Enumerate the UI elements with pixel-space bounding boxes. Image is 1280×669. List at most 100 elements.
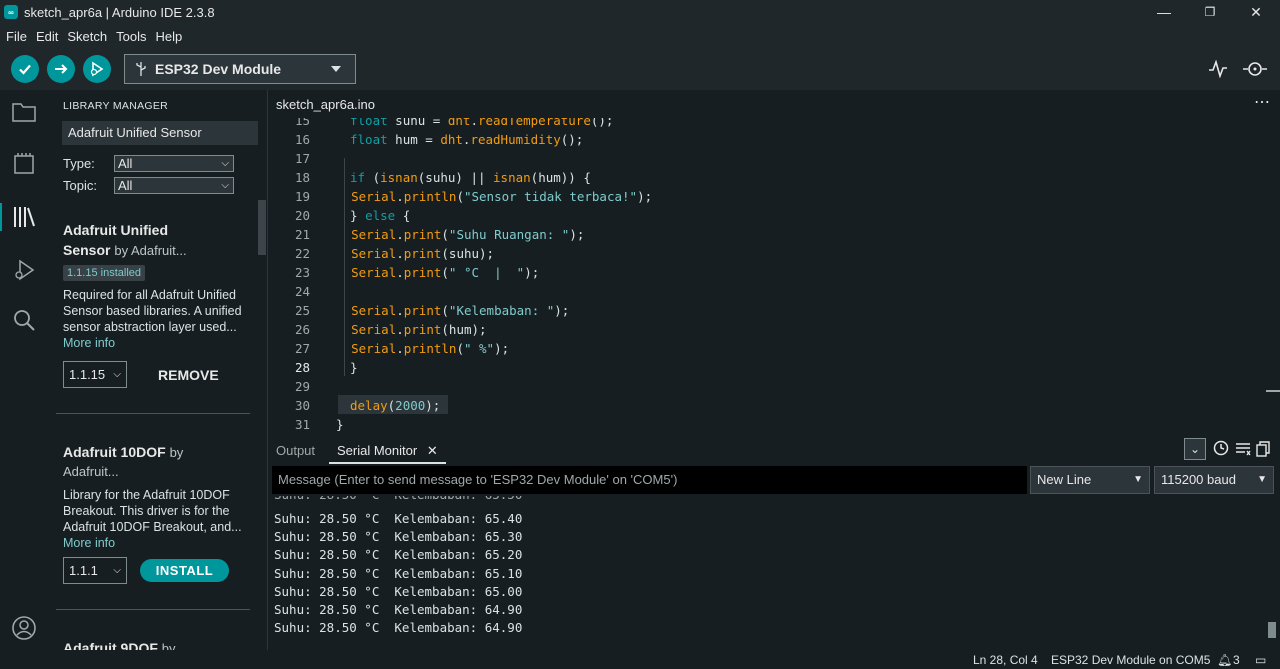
version-select[interactable]: 1.1.1 ⌵ — [63, 557, 127, 584]
code-editor[interactable]: 15 float suhu = dht.readTemperature(); 16 f… — [268, 118, 1280, 436]
serial-scrollbar-thumb[interactable] — [1268, 622, 1276, 638]
profile-button[interactable] — [10, 614, 38, 642]
remove-button[interactable]: REMOVE — [158, 367, 219, 383]
line-number: 25 — [294, 303, 310, 318]
tab-serial-monitor[interactable]: Serial Monitor ✕ — [329, 436, 446, 464]
chevron-down-icon: ⌵ — [221, 180, 229, 191]
minimize-button[interactable]: — — [1141, 0, 1187, 24]
topic-select[interactable]: All ⌵ — [114, 177, 234, 194]
serial-line: Suhu: 28.50 °C Kelembaban: 65.30 — [274, 529, 523, 545]
line-ending-select[interactable]: New Line ▼ — [1030, 466, 1150, 494]
serial-line: Suhu: 28.50 °C Kelembaban: 65.10 — [274, 565, 523, 581]
library-manager-button[interactable] — [0, 203, 48, 231]
board-port-status[interactable]: ESP32 Dev Module on COM5 — [1051, 653, 1210, 667]
install-button[interactable]: INSTALL — [140, 559, 229, 582]
editor-scroll-marker — [1266, 390, 1280, 392]
code-line: } else { — [350, 208, 411, 223]
topic-value: All — [118, 178, 133, 193]
caret-down-icon: ▼ — [1257, 474, 1267, 485]
line-number: 23 — [294, 265, 310, 280]
installed-badge: 1.1.15 installed — [63, 265, 145, 281]
code-line: Serial.println("Sensor tidak terbaca!"); — [351, 189, 653, 204]
debug-icon — [15, 259, 35, 281]
line-number: 28 — [294, 360, 310, 375]
panel-toggle-icon[interactable]: ▭ — [1255, 653, 1266, 667]
tab-sketch-file[interactable]: sketch_apr6a.ino — [268, 90, 383, 118]
library-name: Adafruit 9DOF — [63, 640, 158, 650]
copy-icon[interactable] — [1256, 441, 1270, 457]
notifications-icon[interactable]: 🔔︎ — [1217, 653, 1232, 667]
line-number: 18 — [294, 170, 310, 185]
toolbar: ESP32 Dev Module — [0, 48, 1280, 90]
boards-manager-button[interactable] — [10, 150, 38, 178]
type-label: Type: — [63, 156, 95, 171]
sketchbook-button[interactable] — [10, 98, 38, 126]
chevron-down-icon: ⌵ — [113, 565, 121, 576]
debug-icon — [90, 61, 104, 77]
serial-plotter-icon[interactable] — [1208, 60, 1228, 78]
menu-tools[interactable]: Tools — [116, 29, 146, 44]
type-select[interactable]: All ⌵ — [114, 155, 234, 172]
close-button[interactable]: ✕ — [1233, 0, 1279, 24]
tab-output[interactable]: Output — [276, 443, 315, 458]
menu-file[interactable]: File — [6, 29, 27, 44]
library-search-input[interactable]: Adafruit Unified Sensor — [62, 121, 258, 145]
more-info-link[interactable]: More info — [63, 335, 253, 351]
search-button[interactable] — [10, 306, 38, 334]
timestamp-icon[interactable] — [1213, 440, 1229, 456]
serial-line: Suhu: 28.50 °C Kelembaban: 64.90 — [274, 620, 523, 636]
code-line: Serial.println(" %"); — [351, 341, 510, 356]
activity-bar — [0, 90, 48, 650]
serial-line: Suhu: 28.50 °C Kelembaban: 65.20 — [274, 547, 523, 563]
double-chevron-down-icon: ⌄ — [1189, 442, 1201, 456]
line-number: 19 — [294, 189, 310, 204]
library-author: by Adafruit... — [114, 243, 187, 258]
autoscroll-toggle[interactable]: ⌄ — [1184, 438, 1206, 460]
verify-button[interactable] — [11, 55, 39, 83]
upload-button[interactable] — [47, 55, 75, 83]
close-icon[interactable]: ✕ — [427, 443, 438, 458]
library-item: Adafruit 10DOF by Adafruit... Library fo… — [63, 442, 253, 551]
menu-edit[interactable]: Edit — [36, 29, 58, 44]
more-info-link[interactable]: More info — [63, 535, 253, 551]
version-select[interactable]: 1.1.15 ⌵ — [63, 361, 127, 388]
checkmark-icon — [19, 64, 31, 75]
library-item: Adafruit 9DOF by — [63, 638, 253, 650]
serial-line: Suhu: 28.50 °C Kelembaban: 64.90 — [274, 602, 523, 617]
serial-output: Suhu: 28.50 °C Kelembaban: 65.50 Suhu: 2… — [268, 496, 1280, 650]
line-number: 22 — [294, 246, 310, 261]
library-manager-title: LIBRARY MANAGER — [63, 100, 169, 112]
arduino-logo-icon: ∞ — [4, 5, 18, 19]
serial-line: Suhu: 28.50 °C Kelembaban: 65.00 — [274, 583, 523, 599]
clear-output-icon[interactable] — [1235, 442, 1251, 456]
chevron-down-icon: ⌵ — [221, 158, 229, 169]
library-item: Adafruit Unified Sensor by Adafruit... 1… — [63, 220, 253, 351]
library-scrollbar-thumb[interactable] — [258, 200, 266, 255]
title-bar: ∞ sketch_apr6a | Arduino IDE 2.3.8 — ❐ ✕ — [0, 0, 1280, 24]
code-line: Serial.print(" °C | "); — [351, 265, 540, 280]
cursor-position: Ln 28, Col 4 — [973, 653, 1038, 667]
line-number: 17 — [294, 151, 310, 166]
search-icon — [14, 310, 35, 331]
tab-serial-label: Serial Monitor — [337, 443, 418, 458]
code-line: } — [350, 360, 358, 375]
code-line: Serial.print("Kelembaban: "); — [351, 303, 570, 318]
editor-tab-strip: sketch_apr6a.ino ⋯ — [268, 90, 1280, 118]
debug-button[interactable] — [83, 55, 111, 83]
menu-sketch[interactable]: Sketch — [67, 29, 107, 44]
baud-rate-select[interactable]: 115200 baud ▼ — [1154, 466, 1274, 494]
output-panel-header: Output Serial Monitor ✕ ⌄ — [268, 436, 1280, 464]
serial-monitor-icon[interactable] — [1242, 58, 1268, 80]
library-description: Library for the Adafruit 10DOF Breakout.… — [63, 488, 242, 534]
code-line: float suhu = dht.readTemperature(); — [350, 118, 614, 128]
menu-help[interactable]: Help — [155, 29, 182, 44]
board-selector[interactable]: ESP32 Dev Module — [124, 54, 356, 84]
maximize-button[interactable]: ❐ — [1187, 0, 1233, 24]
serial-message-input[interactable]: Message (Enter to send message to 'ESP32… — [272, 466, 1027, 494]
debug-panel-button[interactable] — [10, 256, 38, 284]
more-actions-icon[interactable]: ⋯ — [1254, 92, 1270, 112]
line-number: 20 — [294, 208, 310, 223]
line-number: 29 — [294, 379, 310, 394]
library-name: Adafruit 10DOF — [63, 444, 166, 460]
line-number: 30 — [294, 398, 310, 413]
